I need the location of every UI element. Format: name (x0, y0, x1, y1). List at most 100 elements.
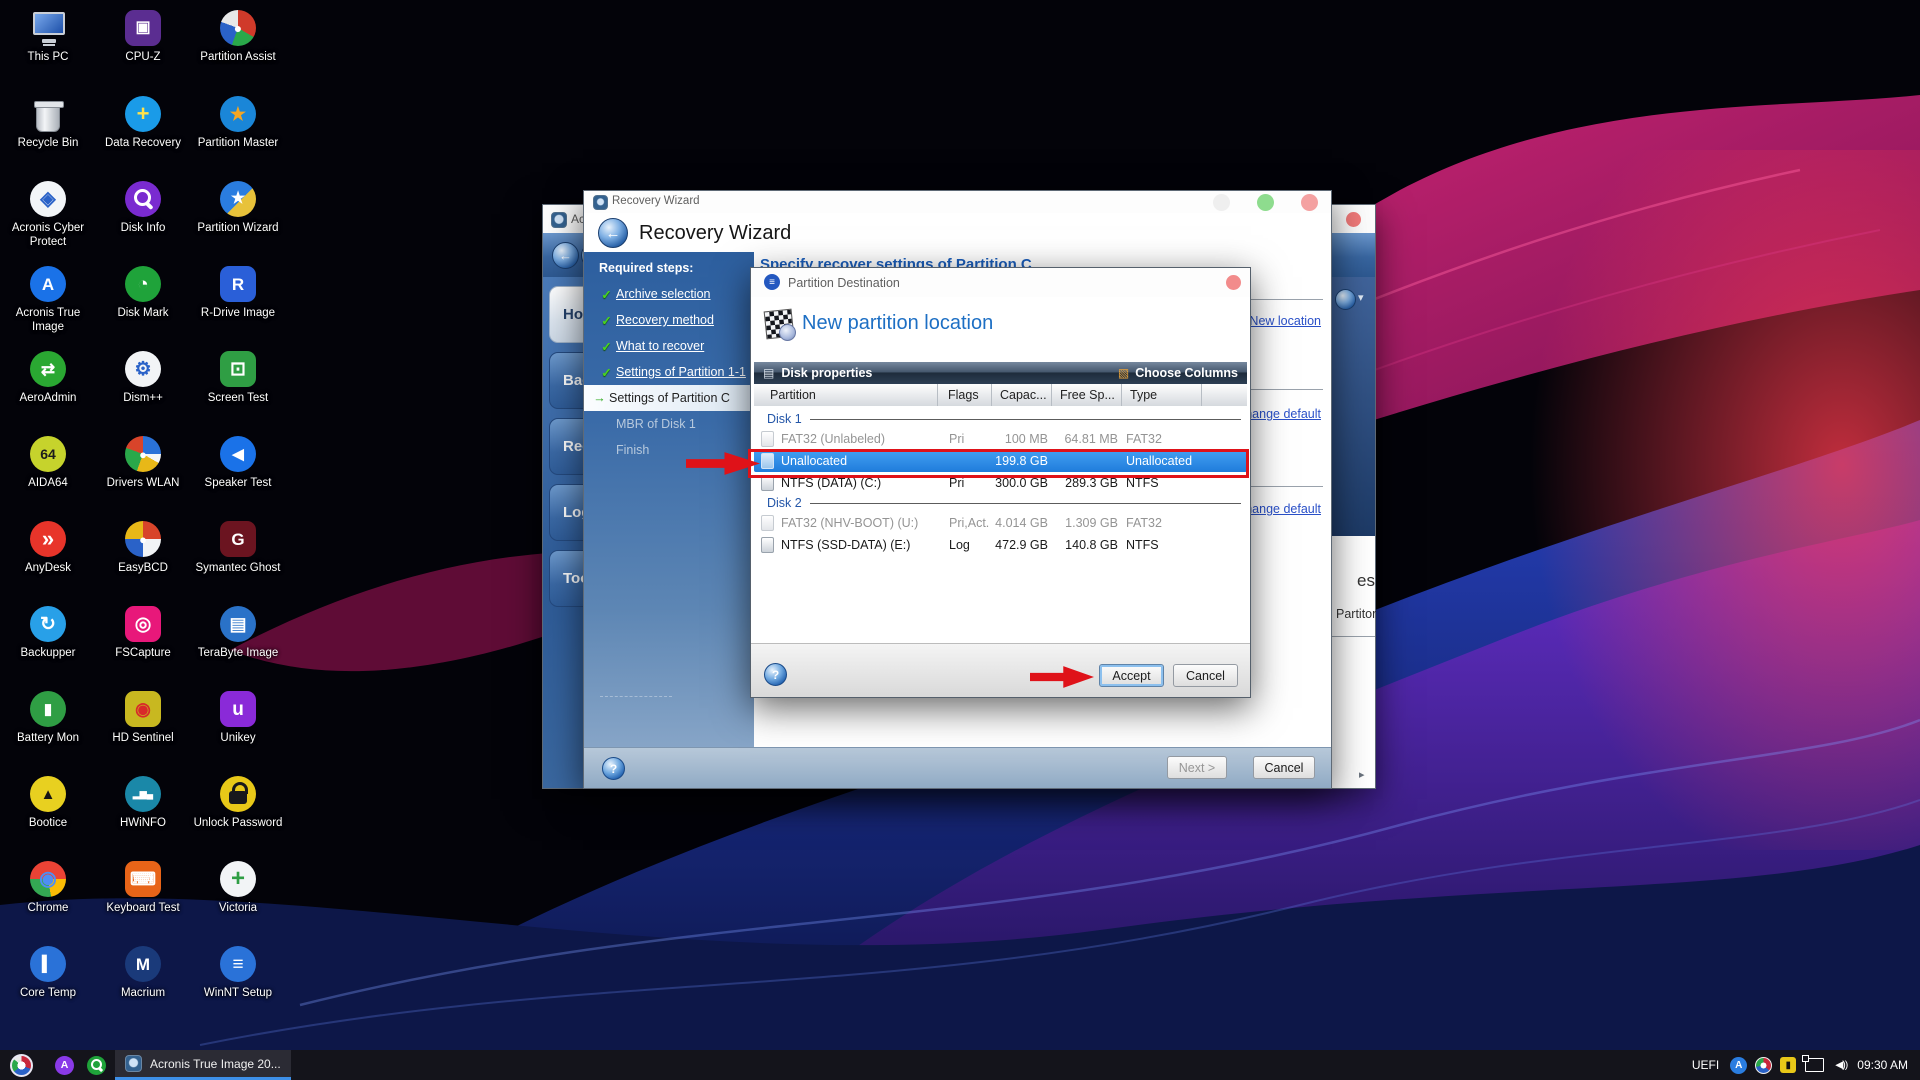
desktop-icon-screen-test[interactable]: ⊡ Screen Test (192, 351, 284, 405)
app-store-icon[interactable]: A (55, 1056, 74, 1075)
next-button[interactable]: Next > (1167, 756, 1227, 779)
desktop-icon-aida64[interactable]: 64 AIDA64 (2, 436, 94, 490)
desktop-icon-recycle-bin[interactable]: Recycle Bin (2, 96, 94, 150)
desktop-icon-chrome[interactable]: ◉ Chrome (2, 861, 94, 915)
step-status-icon: ✓ (597, 339, 616, 354)
desktop-icon-r-drive-image[interactable]: R R-Drive Image (192, 266, 284, 320)
clock[interactable]: 09:30 AM (1857, 1058, 1908, 1072)
choose-columns-button[interactable]: ▧ Choose Columns (1118, 366, 1247, 380)
scroll-right-icon[interactable]: ▸ (1359, 768, 1365, 781)
window-control-minimize[interactable] (1213, 194, 1230, 211)
acronis-task-icon (125, 1055, 142, 1072)
desktop-icon-image: ⌨ (125, 861, 161, 897)
wizard-step-archive-selection[interactable]: ✓ Archive selection (584, 281, 754, 307)
desktop-icon-acronis-true-image[interactable]: A Acronis True Image (2, 266, 94, 335)
window-control-maximize[interactable] (1257, 194, 1274, 211)
column-header-free-sp[interactable]: Free Sp... (1052, 384, 1122, 406)
volume-icon[interactable]: ◀)) (1835, 1059, 1847, 1071)
taskbar-app-button[interactable]: Acronis True Image 20... (115, 1050, 291, 1080)
desktop-icon-acronis-cyber-protect[interactable]: ◈ Acronis Cyber Protect (2, 181, 94, 250)
desktop-icon-easybcd[interactable]: ● EasyBCD (97, 521, 189, 575)
desktop-icon-label: Chrome (2, 901, 94, 915)
desktop-icon-image: ▂▆▄ (125, 776, 161, 812)
desktop-icon-unikey[interactable]: u Unikey (192, 691, 284, 745)
help-icon[interactable]: ? (602, 757, 625, 780)
main-close-button[interactable] (1346, 212, 1361, 227)
wizard-back-icon[interactable]: ← (598, 218, 628, 248)
desktop-icon-drivers-wlan[interactable]: ● Drivers WLAN (97, 436, 189, 490)
column-header-capac[interactable]: Capac... (992, 384, 1052, 406)
column-header-type[interactable]: Type (1122, 384, 1202, 406)
partition-row-fat32-unlabeled[interactable]: FAT32 (Unlabeled) Pri 100 MB 64.81 MB FA… (754, 428, 1247, 450)
main-help-orb-icon[interactable] (1335, 289, 1356, 310)
desktop-icon-partition-assist[interactable]: ● Partition Assist (192, 10, 284, 64)
desktop-icon-disk-mark[interactable]: ◔ Disk Mark (97, 266, 189, 320)
desktop-icon-label: Unikey (192, 731, 284, 745)
start-button-icon[interactable] (10, 1054, 33, 1077)
column-header-empty[interactable] (1202, 384, 1247, 406)
column-header-flags[interactable]: Flags (938, 384, 992, 406)
desktop-icon-aeroadmin[interactable]: ⇄ AeroAdmin (2, 351, 94, 405)
dialog-title: Partition Destination (788, 276, 900, 290)
desktop-icon-hd-sentinel[interactable]: ◉ HD Sentinel (97, 691, 189, 745)
desktop-icon-symantec-ghost[interactable]: G Symantec Ghost (192, 521, 284, 575)
desktop-icon-label: Partition Master (192, 136, 284, 150)
taskbar: A Acronis True Image 20... UEFI A ▮ ◀)) … (0, 1050, 1920, 1080)
wizard-cancel-button[interactable]: Cancel (1253, 756, 1315, 779)
desktop-icon-label: WinNT Setup (192, 986, 284, 1000)
partition-row-ntfs-ssd-data-e[interactable]: NTFS (SSD-DATA) (E:) Log 472.9 GB 140.8 … (754, 534, 1247, 556)
desktop-icon-partition-wizard[interactable]: ★ Partition Wizard (192, 181, 284, 235)
desktop-icon-core-temp[interactable]: ▍ Core Temp (2, 946, 94, 1000)
desktop-icon-winnt-setup[interactable]: ≡ WinNT Setup (192, 946, 284, 1000)
tray-disk-icon[interactable]: ▮ (1780, 1057, 1796, 1073)
chevron-down-icon[interactable]: ▾ (1358, 291, 1364, 304)
desktop-icon-anydesk[interactable]: » AnyDesk (2, 521, 94, 575)
tray-os-logo-icon[interactable] (1755, 1057, 1772, 1074)
network-icon[interactable] (1805, 1058, 1824, 1072)
desktop-icon-label: Victoria (192, 901, 284, 915)
wizard-step-mbr-of-disk-1: MBR of Disk 1 (584, 411, 754, 437)
taskbar-search-icon[interactable] (87, 1056, 106, 1075)
desktop-icon-cpu-z[interactable]: ▣ CPU-Z (97, 10, 189, 64)
desktop-icon-image: ↻ (30, 606, 66, 642)
desktop-icon-speaker-test[interactable]: ◀ Speaker Test (192, 436, 284, 490)
dialog-cancel-button[interactable]: Cancel (1173, 664, 1238, 687)
desktop-icon-hwinfo[interactable]: ▂▆▄ HWiNFO (97, 776, 189, 830)
wizard-footer: ? Next > Cancel (584, 747, 1331, 788)
column-header-partition[interactable]: Partition (754, 384, 938, 406)
desktop-icon-this-pc[interactable]: This PC (2, 10, 94, 64)
wizard-step-settings-of-partition-1-1[interactable]: ✓ Settings of Partition 1-1 (584, 359, 754, 385)
desktop-icon-fscapture[interactable]: ◎ FSCapture (97, 606, 189, 660)
required-steps-heading: Required steps: (584, 252, 754, 281)
desktop-icon-disk-info[interactable]: Disk Info (97, 181, 189, 235)
desktop-icon-label: TeraByte Image (192, 646, 284, 660)
help-icon[interactable]: ? (764, 663, 787, 686)
accept-button[interactable]: Accept (1099, 664, 1164, 687)
main-back-icon[interactable]: ← (552, 242, 579, 269)
desktop-icon-label: AnyDesk (2, 561, 94, 575)
wizard-step-recovery-method[interactable]: ✓ Recovery method (584, 307, 754, 333)
desktop-icon-macrium[interactable]: M Macrium (97, 946, 189, 1000)
dialog-close-button[interactable] (1226, 275, 1241, 290)
desktop-icon-bootice[interactable]: ▲ Bootice (2, 776, 94, 830)
desktop-icon-image: ≡ (220, 946, 256, 982)
window-control-close[interactable] (1301, 194, 1318, 211)
wizard-step-what-to-recover[interactable]: ✓ What to recover (584, 333, 754, 359)
new-location-link[interactable]: New location (1249, 314, 1321, 328)
desktop-icon-backupper[interactable]: ↻ Backupper (2, 606, 94, 660)
desktop-icon-keyboard-test[interactable]: ⌨ Keyboard Test (97, 861, 189, 915)
desktop-icon-terabyte-image[interactable]: ▤ TeraByte Image (192, 606, 284, 660)
desktop-icon-partition-master[interactable]: ★ Partition Master (192, 96, 284, 150)
wizard-header: ← Recovery Wizard (584, 213, 1331, 252)
desktop-icon-dism[interactable]: ⚙ Dism++ (97, 351, 189, 405)
tray-app-store-icon[interactable]: A (1730, 1057, 1747, 1074)
desktop-icon-image: » (30, 521, 66, 557)
desktop-icon-battery-mon[interactable]: ▮ Battery Mon (2, 691, 94, 745)
desktop-icon-unlock-password[interactable]: Unlock Password (192, 776, 284, 830)
desktop-icon-data-recovery[interactable]: + Data Recovery (97, 96, 189, 150)
desktop-icon-victoria[interactable]: + Victoria (192, 861, 284, 915)
wizard-step-settings-of-partition-c[interactable]: → Settings of Partition C (584, 385, 754, 411)
disk-properties-bar: ▤ Disk properties ▧ Choose Columns (754, 362, 1247, 384)
partition-row-fat32-nhv-boot-u[interactable]: FAT32 (NHV-BOOT) (U:) Pri,Act. 4.014 GB … (754, 512, 1247, 534)
desktop-icon-label: Symantec Ghost (192, 561, 284, 575)
